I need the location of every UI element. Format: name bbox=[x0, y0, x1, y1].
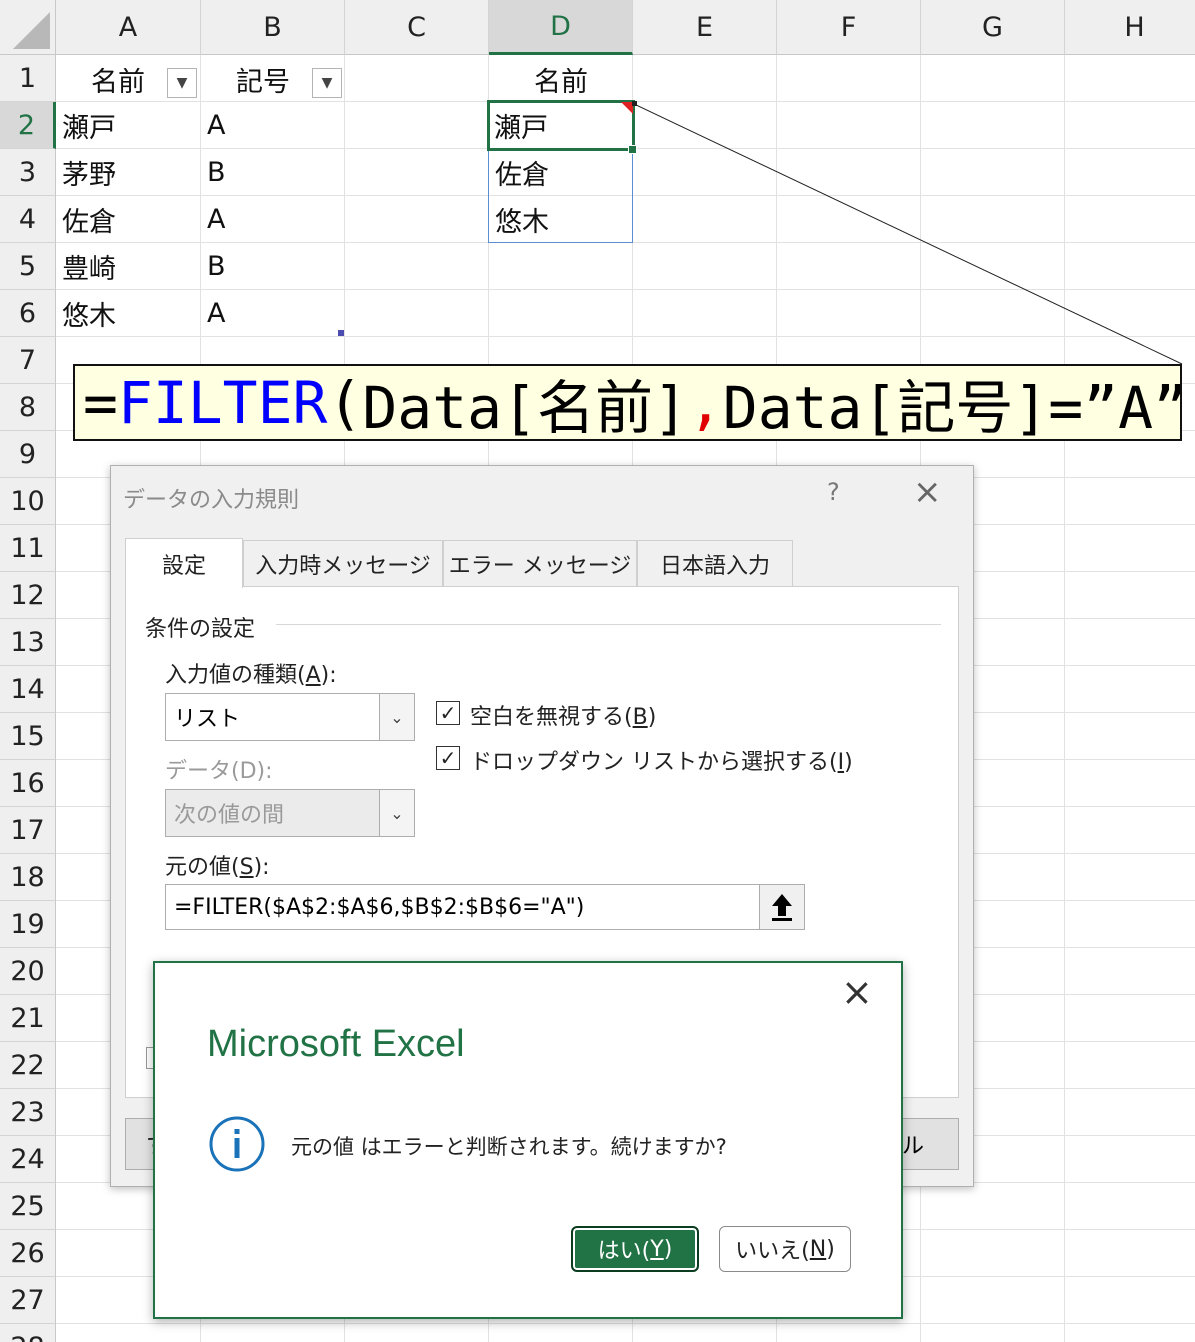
msgbox-title: Microsoft Excel bbox=[207, 1023, 465, 1065]
formula-arg2: Data[記号]=”A” bbox=[722, 373, 1182, 441]
dropdown-checkbox[interactable]: ✓ bbox=[436, 746, 460, 770]
source-input[interactable]: =FILTER($A$2:$A$6,$B$2:$B$6="A") bbox=[165, 884, 805, 930]
dropdown-label: ドロップダウン リストから選択する(I) bbox=[470, 750, 853, 775]
formula-callout: =FILTER(Data[名前],Data[記号]=”A”) bbox=[73, 364, 1182, 441]
formula-eq: = bbox=[83, 368, 118, 437]
data-value: 次の値の間 bbox=[174, 803, 285, 828]
yes-button[interactable]: はい(Y) bbox=[571, 1226, 699, 1272]
excel-message-box[interactable]: × Microsoft Excel 元の値 はエラーと判断されます。続けますか?… bbox=[153, 961, 903, 1319]
formula-open: ( bbox=[327, 368, 363, 437]
help-icon: ? bbox=[827, 478, 840, 506]
msgbox-close-button[interactable]: × bbox=[841, 973, 873, 1011]
close-icon: × bbox=[841, 970, 873, 1014]
group-divider bbox=[276, 624, 941, 625]
chevron-down-icon: ⌄ bbox=[379, 790, 414, 836]
allow-select[interactable]: リスト ⌄ bbox=[165, 693, 415, 741]
msgbox-message: 元の値 はエラーと判断されます。続けますか? bbox=[291, 1135, 727, 1159]
allow-value: リスト bbox=[174, 707, 241, 732]
ignore-blank-label: 空白を無視する(B) bbox=[470, 705, 657, 730]
range-collapse-button[interactable] bbox=[759, 885, 804, 929]
data-select[interactable]: 次の値の間 ⌄ bbox=[165, 789, 415, 837]
group-title: 条件の設定 bbox=[145, 617, 256, 642]
chevron-down-icon: ⌄ bbox=[379, 694, 414, 740]
allow-label: 入力値の種類(A): bbox=[165, 663, 337, 688]
dialog-close-button[interactable]: × bbox=[913, 472, 942, 512]
source-value: =FILTER($A$2:$A$6,$B$2:$B$6="A") bbox=[174, 894, 585, 920]
formula-comma: , bbox=[687, 368, 723, 437]
data-label: データ(D): bbox=[165, 759, 273, 784]
tab-input-message[interactable]: 入力時メッセージ bbox=[243, 540, 443, 586]
source-label: 元の値(S): bbox=[165, 855, 270, 880]
spreadsheet[interactable]: A B C D E F G H 1 2 3 4 5 6 7 8 9 10 11 … bbox=[0, 0, 1195, 1342]
close-icon: × bbox=[913, 472, 942, 512]
no-button[interactable]: いいえ(N) bbox=[719, 1226, 851, 1272]
ignore-blank-checkbox[interactable]: ✓ bbox=[436, 701, 460, 725]
formula-arg1: Data[名前] bbox=[362, 373, 688, 441]
info-icon bbox=[209, 1116, 265, 1172]
tab-settings[interactable]: 設定 bbox=[125, 538, 243, 588]
checkmark-icon: ✓ bbox=[439, 746, 457, 770]
checkmark-icon: ✓ bbox=[439, 701, 457, 725]
tab-error-message[interactable]: エラー メッセージ bbox=[443, 540, 637, 586]
arrow-up-icon bbox=[772, 894, 792, 921]
formula-func: FILTER bbox=[117, 368, 328, 437]
help-button[interactable]: ? bbox=[827, 478, 840, 506]
dialog-title: データの入力規則 bbox=[123, 488, 300, 513]
tab-ime[interactable]: 日本語入力 bbox=[637, 540, 793, 586]
